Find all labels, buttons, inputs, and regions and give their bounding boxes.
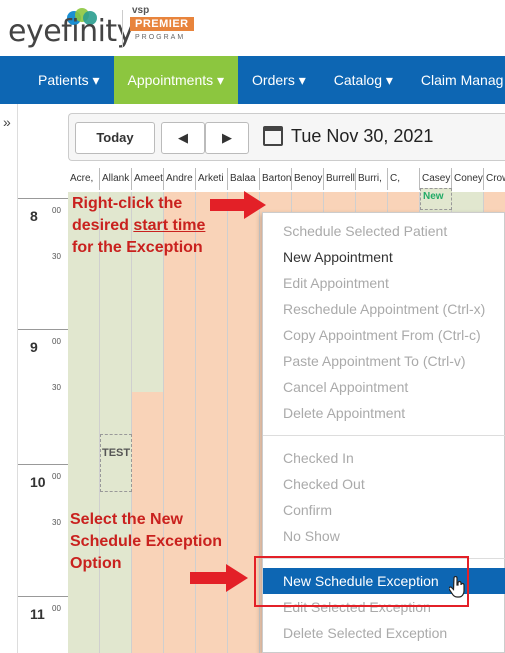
minute-label: 30 bbox=[52, 518, 61, 527]
provider-schedule-column[interactable] bbox=[68, 192, 100, 653]
menu-divider bbox=[263, 435, 505, 436]
instruction-line-1: Select the New bbox=[70, 511, 183, 528]
menu-checked-in[interactable]: Checked In bbox=[263, 445, 505, 471]
nav-claim-management[interactable]: Claim Manag bbox=[407, 56, 505, 104]
menu-checked-out[interactable]: Checked Out bbox=[263, 471, 505, 497]
expand-sidebar-icon[interactable]: » bbox=[3, 114, 11, 130]
instruction-line-3: for the Exception bbox=[72, 239, 203, 256]
menu-reschedule-appointment[interactable]: Reschedule Appointment (Ctrl-x) bbox=[263, 296, 505, 322]
provider-column-header[interactable]: C, bbox=[388, 168, 420, 190]
menu-schedule-selected-patient[interactable]: Schedule Selected Patient bbox=[263, 218, 505, 244]
menu-delete-appointment[interactable]: Delete Appointment bbox=[263, 400, 505, 426]
provider-column-headers: Acre, Allank Ameet Andre Arketi Balaa Barton Be… bbox=[68, 168, 505, 190]
hour-label: 8 bbox=[30, 208, 38, 224]
next-day-button[interactable]: ▶ bbox=[205, 122, 249, 154]
minute-label: 00 bbox=[52, 206, 61, 215]
provider-column-header[interactable]: Burri, bbox=[356, 168, 388, 190]
logo-text: eyefinity bbox=[8, 14, 134, 49]
instruction-text: desired bbox=[72, 217, 134, 234]
provider-column-header[interactable]: Balaa bbox=[228, 168, 260, 190]
logo-divider bbox=[122, 10, 123, 48]
logo-header: eyefinity vsp PREMIER PROGRAM bbox=[0, 0, 505, 56]
today-button[interactable]: Today bbox=[75, 122, 155, 154]
date-toolbar: Today ◀ ▶ Tue Nov 30, 2021 bbox=[68, 113, 505, 161]
menu-delete-selected-exception[interactable]: Delete Selected Exception bbox=[263, 620, 505, 646]
vsp-label: vsp bbox=[132, 5, 150, 16]
instruction-line-1: Right-click the bbox=[72, 195, 183, 212]
program-label: PROGRAM bbox=[135, 34, 186, 41]
nav-orders[interactable]: Orders ▾ bbox=[238, 56, 320, 104]
new-appointment-slot[interactable]: New bbox=[420, 188, 452, 210]
nav-patients[interactable]: Patients ▾ bbox=[24, 56, 114, 104]
instruction-select-option: Select the New Schedule Exception Option bbox=[70, 509, 222, 575]
instruction-line-2: Schedule Exception bbox=[70, 533, 223, 550]
provider-column-header[interactable]: Casey bbox=[420, 168, 452, 190]
provider-column-header[interactable]: Ameet bbox=[132, 168, 164, 190]
provider-column-header[interactable]: Benoy bbox=[292, 168, 324, 190]
hour-label: 11 bbox=[30, 606, 45, 622]
provider-column-header[interactable]: Acre, bbox=[68, 168, 100, 190]
main-nav: Patients ▾ Appointments ▾ Orders ▾ Catal… bbox=[0, 56, 505, 104]
provider-column-header[interactable]: Andre bbox=[164, 168, 196, 190]
menu-cancel-appointment[interactable]: Cancel Appointment bbox=[263, 374, 505, 400]
current-date[interactable]: Tue Nov 30, 2021 bbox=[291, 126, 433, 147]
instruction-emphasis: start time bbox=[133, 217, 206, 234]
menu-confirm[interactable]: Confirm bbox=[263, 497, 505, 523]
hand-cursor-icon bbox=[449, 576, 465, 598]
menu-no-show[interactable]: No Show bbox=[263, 523, 505, 549]
provider-column-header[interactable]: Arketi bbox=[196, 168, 228, 190]
minute-label: 00 bbox=[52, 604, 61, 613]
provider-column-header[interactable]: Barton bbox=[260, 168, 292, 190]
instruction-line-2: desired start time bbox=[72, 215, 205, 237]
sidebar-collapse-strip: » bbox=[0, 104, 18, 653]
provider-column-header[interactable]: Allank bbox=[100, 168, 132, 190]
test-appointment[interactable]: TEST bbox=[100, 434, 132, 492]
provider-schedule-column[interactable] bbox=[100, 192, 132, 653]
menu-copy-appointment[interactable]: Copy Appointment From (Ctrl-c) bbox=[263, 322, 505, 348]
minute-label: 00 bbox=[52, 337, 61, 346]
minute-label: 00 bbox=[52, 472, 61, 481]
provider-schedule-column[interactable] bbox=[132, 192, 164, 653]
instruction-right-click: Right-click the desired start time for t… bbox=[72, 193, 205, 259]
previous-day-button[interactable]: ◀ bbox=[161, 122, 205, 154]
hour-label: 9 bbox=[30, 339, 38, 355]
nav-appointments[interactable]: Appointments ▾ bbox=[113, 56, 239, 104]
provider-column-header[interactable]: Burrell bbox=[324, 168, 356, 190]
hour-label: 10 bbox=[30, 474, 46, 490]
time-column: 8 00 30 9 00 30 10 00 30 11 00 bbox=[18, 190, 505, 653]
premier-badge: PREMIER bbox=[130, 17, 194, 31]
provider-column-header[interactable]: Crow bbox=[484, 168, 505, 190]
highlight-box bbox=[254, 556, 469, 607]
provider-column-header[interactable]: Coney bbox=[452, 168, 484, 190]
app-root: eyefinity vsp PREMIER PROGRAM Patients ▾… bbox=[0, 0, 505, 653]
menu-paste-appointment[interactable]: Paste Appointment To (Ctrl-v) bbox=[263, 348, 505, 374]
minute-label: 30 bbox=[52, 252, 61, 261]
nav-catalog[interactable]: Catalog ▾ bbox=[320, 56, 407, 104]
menu-edit-appointment[interactable]: Edit Appointment bbox=[263, 270, 505, 296]
minute-label: 30 bbox=[52, 383, 61, 392]
calendar-icon[interactable] bbox=[263, 126, 283, 146]
menu-new-appointment[interactable]: New Appointment bbox=[263, 244, 505, 270]
